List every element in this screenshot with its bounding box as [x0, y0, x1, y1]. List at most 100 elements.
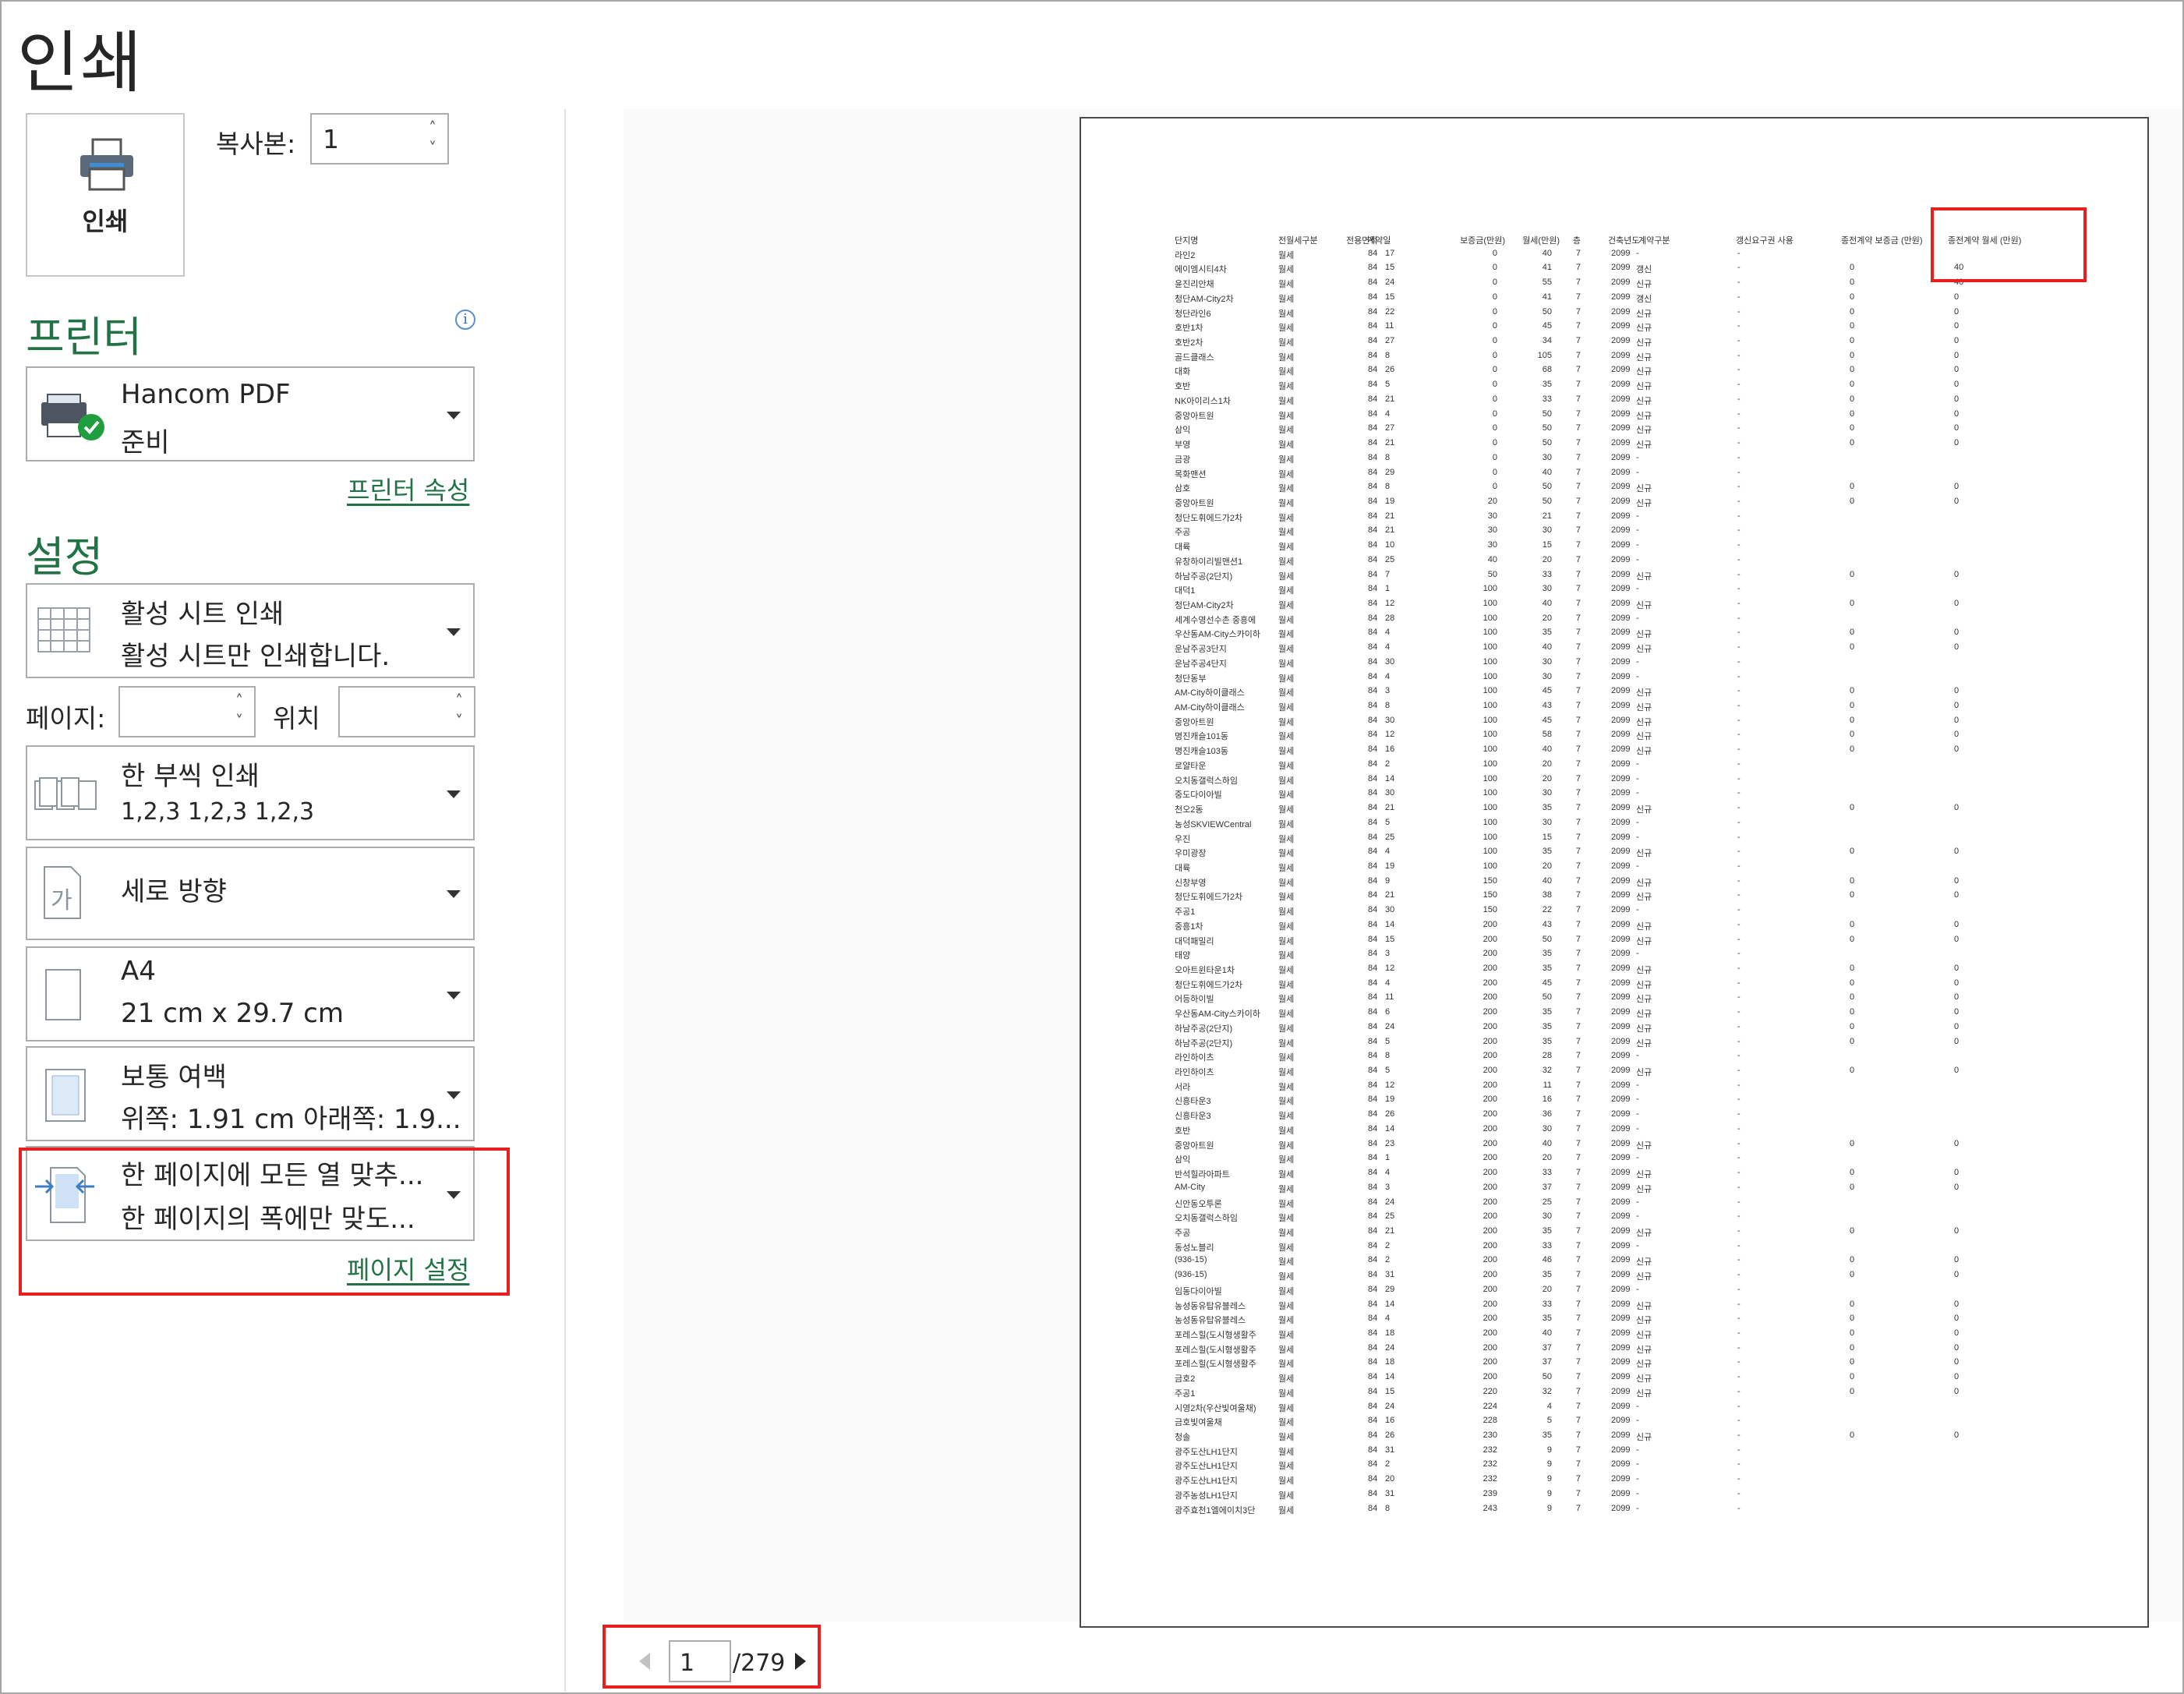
- table-cell: 23: [1385, 1138, 1395, 1148]
- table-cell: 7: [1575, 1080, 1581, 1090]
- table-cell: 신규: [1636, 966, 1652, 975]
- collate-dropdown[interactable]: 한 부씩 인쇄 1,2,3 1,2,3 1,2,3: [26, 745, 475, 840]
- table-cell: 84: [1368, 423, 1378, 433]
- margins-dropdown[interactable]: 보통 여백 위쪽: 1.91 cm 아래쪽: 1.9...: [26, 1046, 475, 1141]
- table-cell: 월세: [1278, 980, 1295, 990]
- collate-title: 한 부씩 인쇄: [121, 761, 260, 792]
- table-cell: 84: [1368, 1036, 1378, 1046]
- printer-dropdown[interactable]: Hancom PDF 준비: [26, 366, 475, 462]
- spinner-arrows-icon[interactable]: ˄ ˅: [451, 691, 468, 731]
- table-cell: 50: [1542, 992, 1552, 1003]
- chevron-down-icon[interactable]: [447, 992, 461, 999]
- chevron-down-icon[interactable]: [447, 412, 461, 419]
- table-cell: 84: [1368, 1168, 1378, 1178]
- table-cell: 0: [1492, 292, 1497, 302]
- table-cell: 운남주공3단지: [1175, 645, 1227, 655]
- paper-size-dropdown[interactable]: A4 21 cm x 29.7 cm: [26, 946, 475, 1042]
- table-cell: 월세: [1278, 863, 1295, 873]
- table-cell: 0: [1850, 365, 1855, 375]
- table-cell: 2099: [1611, 949, 1631, 959]
- table-row: 대륙 월세 84 10 30 15 7 2099- -: [1081, 540, 2147, 554]
- table-cell: 0: [1954, 875, 1960, 886]
- table-cell: 84: [1368, 306, 1378, 317]
- table-cell: 200: [1483, 919, 1497, 929]
- table-cell: 0: [1954, 380, 1960, 390]
- table-row: 임동다이아빌 월세 84 29 200 20 7 2099- -: [1081, 1285, 2147, 1299]
- table-cell: 2099: [1611, 978, 1631, 988]
- table-cell: 2099: [1611, 365, 1631, 375]
- table-cell: 200: [1483, 1225, 1497, 1236]
- table-cell: 2099: [1611, 306, 1631, 317]
- spinner-arrows-icon[interactable]: ˄ ˅: [231, 691, 248, 731]
- orientation-glyph: 가: [51, 887, 72, 914]
- table-cell: 7: [1575, 452, 1581, 462]
- copies-spinner[interactable]: 1 ˄ ˅: [310, 113, 449, 164]
- chevron-down-icon[interactable]: [447, 890, 461, 898]
- table-cell: 40: [1542, 744, 1552, 755]
- copies-value[interactable]: 1: [323, 124, 339, 154]
- table-cell: 0: [1954, 482, 1960, 492]
- table-cell: -: [1737, 482, 1740, 492]
- table-cell: 신규: [1636, 921, 1652, 932]
- table-cell: -: [1737, 832, 1740, 842]
- collate-desc: 1,2,3 1,2,3 1,2,3: [121, 798, 315, 826]
- print-what-dropdown[interactable]: 활성 시트 인쇄 활성 시트만 인쇄합니다.: [26, 583, 475, 678]
- table-cell: -: [1737, 263, 1740, 273]
- table-cell: 84: [1368, 1342, 1378, 1353]
- table-cell: 41: [1542, 292, 1552, 302]
- table-cell: 광주도산LH1단지: [1175, 1447, 1238, 1457]
- table-cell: 84: [1368, 1255, 1378, 1265]
- table-cell: 삼익: [1175, 1155, 1191, 1165]
- paper-icon: [45, 969, 81, 1020]
- table-cell: 2099: [1611, 875, 1631, 886]
- table-cell: -: [1737, 1095, 1740, 1105]
- print-preview-page: 단지명 전월세구분 전용면적 계약일 보증금(만원) 월세(만원) 층 건축년도 계약구분 갱신요…: [1080, 117, 2149, 1628]
- table-cell: 0: [1954, 1138, 1960, 1148]
- orientation-dropdown[interactable]: 가 세로 방향: [26, 847, 475, 940]
- table-cell: 0: [1850, 408, 1855, 419]
- table-cell: 84: [1368, 817, 1378, 827]
- table-cell: 7: [1575, 773, 1581, 783]
- table-cell: 0: [1954, 1270, 1960, 1280]
- printer-properties-link[interactable]: 프린터 속성: [347, 471, 469, 507]
- table-cell: 0: [1850, 482, 1855, 492]
- margins-desc: 위쪽: 1.91 cm 아래쪽: 1.9...: [121, 1104, 461, 1135]
- chevron-down-icon[interactable]: [447, 790, 461, 798]
- table-cell: -: [1737, 336, 1740, 346]
- table-cell: 천오2동: [1175, 805, 1203, 815]
- table-cell: 200: [1483, 1328, 1497, 1338]
- table-cell: 2099: [1611, 686, 1631, 696]
- table-cell: 2099: [1611, 467, 1631, 477]
- table-row: 목화맨션 월세 84 29 0 40 7 2099- -: [1081, 468, 2147, 482]
- table-cell: 7: [1575, 1299, 1581, 1309]
- table-cell: 2099: [1611, 1168, 1631, 1178]
- table-cell: -: [1737, 350, 1740, 360]
- info-icon[interactable]: i: [455, 309, 475, 330]
- table-cell: 50: [1542, 496, 1552, 506]
- table-cell: 2099: [1611, 730, 1631, 740]
- table-cell: 7: [1575, 321, 1581, 331]
- print-button[interactable]: 인쇄: [26, 113, 185, 277]
- table-cell: 84: [1368, 525, 1378, 536]
- table-cell: AM-City: [1175, 1182, 1206, 1192]
- table-cell: 2099: [1611, 1080, 1631, 1090]
- table-cell: 100: [1483, 701, 1497, 711]
- table-cell: 200: [1483, 1007, 1497, 1017]
- table-cell: 84: [1368, 686, 1378, 696]
- table-cell: -: [1737, 1211, 1740, 1222]
- table-cell: 200: [1483, 1357, 1497, 1367]
- table-header-cell: 층: [1572, 236, 1581, 246]
- table-cell: 0: [1850, 1328, 1855, 1338]
- chevron-down-icon[interactable]: [447, 628, 461, 636]
- table-cell: 84: [1368, 890, 1378, 900]
- table-cell: 21: [1385, 511, 1395, 521]
- table-cell: 7: [1575, 540, 1581, 550]
- spinner-arrows-icon[interactable]: ˄ ˅: [424, 118, 441, 158]
- pages-from-spinner[interactable]: ˄ ˅: [118, 686, 256, 737]
- chevron-down-icon[interactable]: [447, 1091, 461, 1099]
- table-cell: 신규: [1636, 645, 1652, 655]
- table-cell: -: [1737, 1445, 1740, 1455]
- table-cell: 31: [1385, 1488, 1395, 1498]
- table-cell: 월세: [1278, 688, 1295, 698]
- pages-to-spinner[interactable]: ˄ ˅: [338, 686, 475, 737]
